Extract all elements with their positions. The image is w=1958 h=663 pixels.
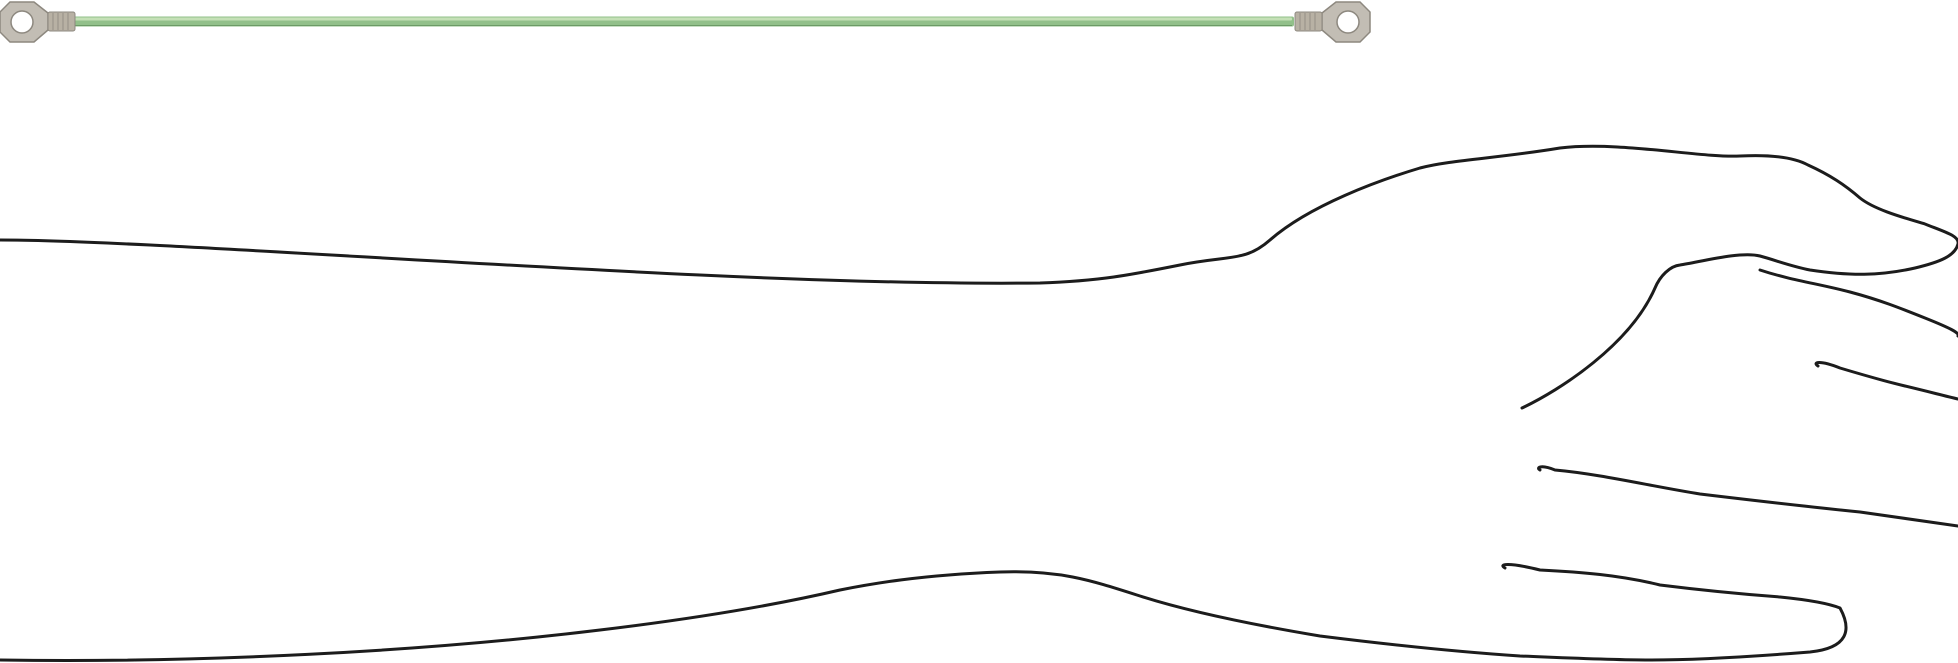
arm-outline [0,144,1958,662]
ring-terminal-hole [10,10,34,34]
product-illustration [0,1,1958,662]
forearm-top-edge [0,144,1958,285]
crimp-sleeve [1294,11,1323,32]
index-finger-outline [1758,268,1958,338]
ring-finger-outline [1537,465,1958,528]
ring-terminal-left [0,1,76,43]
crimp-sleeve [47,11,76,32]
little-finger-outline [1501,563,1848,662]
ring-terminal-hole [1336,10,1360,34]
grounding-cable [0,1,1371,43]
diagram-canvas [0,0,1958,663]
cable-jacket [58,16,1294,27]
middle-finger-outline [1814,361,1958,401]
forearm-bottom-edge [0,570,1652,662]
ring-terminal-right [1294,1,1371,43]
cable-jacket-highlight [60,17,1292,21]
